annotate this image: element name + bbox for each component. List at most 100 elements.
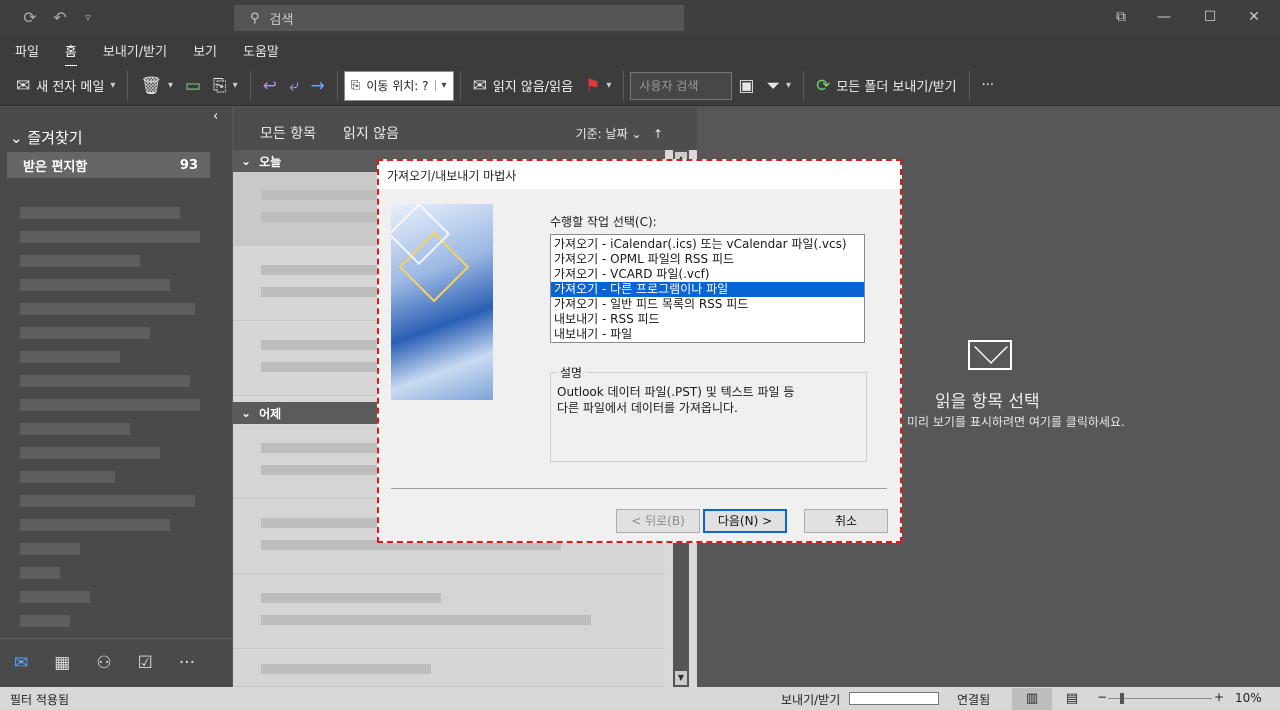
undo-icon[interactable]: ↶ xyxy=(50,8,70,28)
sort-direction-icon[interactable]: ↑ xyxy=(653,127,663,141)
sync-icon: ⟳ xyxy=(816,75,831,96)
action-option[interactable]: 내보내기 - RSS 피드 xyxy=(551,312,864,327)
more-button[interactable]: ··· xyxy=(976,70,1000,102)
chevron-down-icon[interactable]: ▾ xyxy=(233,80,238,91)
minimize-icon[interactable]: — xyxy=(1153,6,1175,28)
account-icon[interactable]: ⧉ xyxy=(1110,6,1132,28)
archive-button[interactable]: ▭ xyxy=(179,70,207,102)
group-today-label: 오늘 xyxy=(259,154,282,169)
chevron-down-icon[interactable]: ▾ xyxy=(168,80,173,91)
folder-item[interactable] xyxy=(20,591,90,603)
move-button[interactable]: ⎘ ▾ xyxy=(207,70,244,102)
action-option[interactable]: 가져오기 - iCalendar(.ics) 또는 vCalendar 파일(.… xyxy=(551,237,864,252)
sync-icon[interactable]: ⟳ xyxy=(20,8,40,28)
search-placeholder: 검색 xyxy=(269,12,294,28)
mail-icon[interactable]: ✉ xyxy=(14,653,28,673)
reading-pane-subtitle: 미리 보기를 표시하려면 여기를 클릭하세요. xyxy=(907,415,1125,429)
zoom-in-icon[interactable]: + xyxy=(1214,690,1224,704)
action-option[interactable]: 가져오기 - VCARD 파일(.vcf) xyxy=(551,267,864,282)
flag-icon: ⚑ xyxy=(585,75,601,96)
calendar-icon[interactable]: ▦ xyxy=(54,653,70,673)
reply-button[interactable]: ↩ xyxy=(257,70,283,102)
flag-button[interactable]: ⚑ ▾ xyxy=(579,70,617,102)
action-option-selected[interactable]: 가져오기 - 다른 프로그램이나 파일 xyxy=(551,282,864,297)
move-to-select[interactable]: ⎘ 이동 위치: ? ▾ xyxy=(343,70,454,101)
dialog-title: 가져오기/내보내기 마법사 xyxy=(379,161,900,189)
folder-item[interactable] xyxy=(20,351,120,363)
folder-item[interactable] xyxy=(20,447,160,459)
collapse-pane-icon[interactable]: ‹ xyxy=(213,109,218,124)
chevron-down-icon[interactable]: ▾ xyxy=(606,80,611,91)
description-label: 설명 xyxy=(557,364,586,381)
zoom-out-icon[interactable]: − xyxy=(1097,690,1107,704)
chevron-down-icon: ⌄ xyxy=(241,406,252,420)
more-modules-icon[interactable]: ··· xyxy=(179,653,195,673)
sort-by-date[interactable]: 기준: 날짜 ⌄ ↑ xyxy=(576,125,663,142)
menu-help[interactable]: 도움말 xyxy=(243,41,279,62)
new-email-button[interactable]: ✉ 새 전자 메일 ▾ xyxy=(10,70,121,102)
folder-item[interactable] xyxy=(20,519,170,531)
action-option[interactable]: 내보내기 - 파일 xyxy=(551,327,864,342)
reply-all-button[interactable]: ⤶ xyxy=(283,70,305,102)
inbox-folder[interactable]: 받은 편지함 93 xyxy=(7,152,210,178)
send-receive-all-button[interactable]: ⟳ 모든 폴더 보내기/받기 xyxy=(810,70,963,102)
module-nav: ✉ ▦ ⚇ ☑ ··· xyxy=(0,638,232,687)
folder-item[interactable] xyxy=(20,615,70,627)
delete-button[interactable]: 🗑 ▾ xyxy=(134,70,179,102)
chevron-down-icon[interactable]: ▾ xyxy=(110,80,115,91)
folder-item[interactable] xyxy=(20,255,140,267)
back-button[interactable]: < 뒤로(B) xyxy=(616,509,700,533)
favorites-header[interactable]: ⌄ 즐겨찾기 xyxy=(10,127,83,148)
forward-button[interactable]: → xyxy=(304,70,330,102)
zoom-slider-handle[interactable] xyxy=(1120,693,1124,704)
move-to-label: 이동 위치: ? xyxy=(366,79,429,93)
title-bar: ⟳ ↶ ▿ ⚲ 검색 ⧉ — ☐ ✕ xyxy=(0,0,1280,36)
folder-item[interactable] xyxy=(20,399,200,411)
folder-item[interactable] xyxy=(20,303,195,315)
action-option[interactable]: 가져오기 - 일반 피드 목록의 RSS 피드 xyxy=(551,297,864,312)
message-item[interactable] xyxy=(233,650,665,687)
filter-email-button[interactable]: ⏷ ▾ xyxy=(760,70,797,102)
people-search-input[interactable]: 사용자 검색 xyxy=(630,71,733,100)
scroll-down-icon[interactable]: ▼ xyxy=(675,671,687,685)
search-input[interactable]: ⚲ 검색 xyxy=(234,5,684,31)
next-button[interactable]: 다음(N) > xyxy=(703,509,787,533)
reading-view-icon[interactable]: ▤ xyxy=(1052,688,1092,710)
chevron-down-icon: ⌄ xyxy=(241,154,252,168)
folder-item[interactable] xyxy=(20,567,60,579)
tab-all[interactable]: 모든 항목 xyxy=(260,123,316,152)
status-bar: 필터 적용됨 보내기/받기 연결됨 ▥ ▤ − + 10% xyxy=(0,687,1280,710)
folder-item[interactable] xyxy=(20,327,150,339)
normal-view-icon[interactable]: ▥ xyxy=(1012,688,1052,710)
menu-file[interactable]: 파일 xyxy=(15,41,39,62)
folder-item[interactable] xyxy=(20,207,180,219)
folder-item[interactable] xyxy=(20,543,80,555)
action-option[interactable]: 가져오기 - OPML 파일의 RSS 피드 xyxy=(551,252,864,267)
chevron-down-icon[interactable]: ▾ xyxy=(434,80,447,91)
tasks-icon[interactable]: ☑ xyxy=(138,653,153,673)
maximize-icon[interactable]: ☐ xyxy=(1199,6,1221,28)
action-listbox[interactable]: 가져오기 - iCalendar(.ics) 또는 vCalendar 파일(.… xyxy=(550,234,865,343)
forward-icon: → xyxy=(310,75,325,96)
folder-item[interactable] xyxy=(20,495,195,507)
send-receive-status: 보내기/받기 xyxy=(781,693,841,707)
folder-item[interactable] xyxy=(20,471,115,483)
folder-item[interactable] xyxy=(20,279,170,291)
zoom-level[interactable]: 10% xyxy=(1235,691,1262,705)
close-icon[interactable]: ✕ xyxy=(1243,6,1265,28)
tab-unread[interactable]: 읽지 않음 xyxy=(343,123,399,143)
message-item[interactable] xyxy=(233,575,665,649)
chevron-down-icon[interactable]: ▾ xyxy=(786,80,791,91)
folder-item[interactable] xyxy=(20,231,200,243)
quick-access-icon[interactable]: ▿ xyxy=(78,8,98,28)
folder-item[interactable] xyxy=(20,423,130,435)
read-unread-button[interactable]: ✉ 읽지 않음/읽음 xyxy=(467,70,580,102)
menu-send-receive[interactable]: 보내기/받기 xyxy=(103,41,167,62)
folder-item[interactable] xyxy=(20,375,190,387)
send-receive-all-label: 모든 폴더 보내기/받기 xyxy=(836,80,957,95)
people-icon[interactable]: ⚇ xyxy=(96,653,111,673)
address-book-button[interactable]: ▣ xyxy=(732,70,760,102)
cancel-button[interactable]: 취소 xyxy=(804,509,888,533)
menu-home[interactable]: 홈 xyxy=(64,41,77,68)
menu-view[interactable]: 보기 xyxy=(193,41,217,62)
